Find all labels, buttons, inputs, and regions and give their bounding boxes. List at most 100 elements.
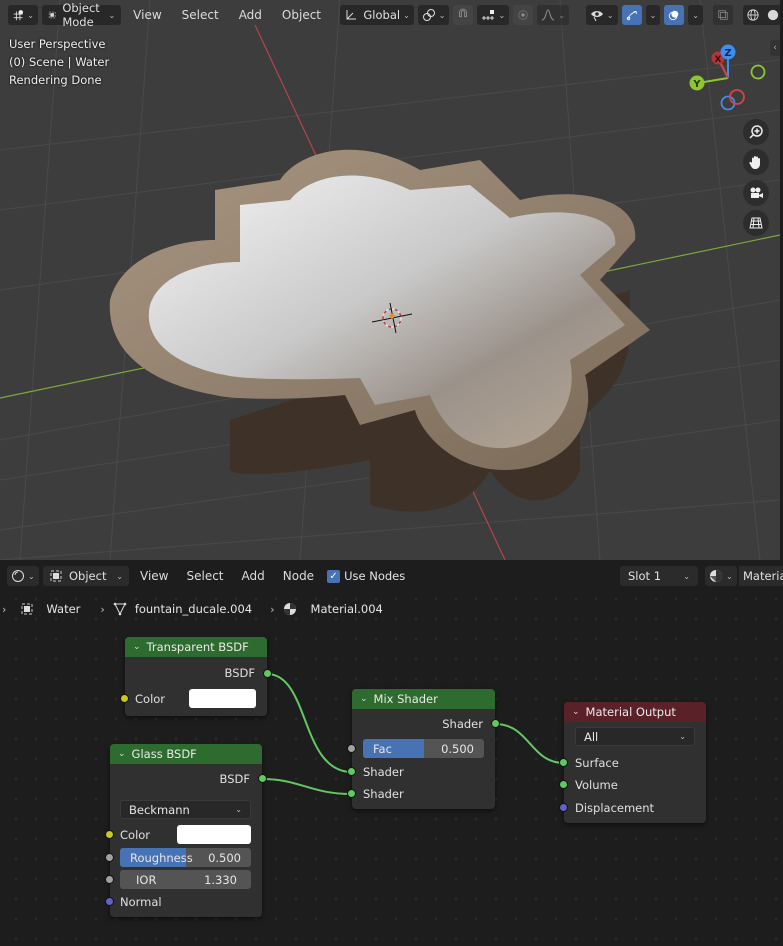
menu-select[interactable]: Select bbox=[179, 569, 230, 583]
shading-wireframe-button[interactable] bbox=[743, 5, 763, 25]
pivot-point-dropdown[interactable]: ⌄ bbox=[417, 5, 450, 25]
normal-label: Normal bbox=[120, 895, 162, 909]
color-swatch[interactable] bbox=[189, 689, 256, 708]
chevron-down-icon: ⌄ bbox=[726, 571, 733, 581]
fac-value: 0.500 bbox=[441, 741, 474, 756]
checkmark-icon: ✓ bbox=[327, 569, 341, 583]
node-title: Transparent BSDF bbox=[146, 640, 249, 654]
color-label: Color bbox=[135, 692, 166, 706]
color-label: Color bbox=[120, 828, 151, 842]
output-socket-shader[interactable] bbox=[491, 719, 500, 728]
fountain-basin[interactable] bbox=[109, 149, 650, 512]
gizmo-toggle[interactable] bbox=[621, 5, 642, 25]
node-header[interactable]: ⌄ Mix Shader bbox=[352, 689, 495, 709]
magnet-icon bbox=[459, 8, 468, 18]
surface-label: Surface bbox=[575, 756, 619, 770]
orientation-label: Global bbox=[363, 8, 401, 22]
target-dropdown[interactable]: All ⌄ bbox=[575, 727, 695, 746]
snap-toggle[interactable] bbox=[453, 5, 474, 25]
menu-node[interactable]: Node bbox=[276, 569, 321, 583]
visibility-dropdown[interactable]: ⌄ bbox=[585, 5, 618, 25]
node-header[interactable]: ⌄ Material Output bbox=[564, 702, 706, 722]
volume-label: Volume bbox=[575, 778, 618, 792]
chevron-right-icon: › bbox=[270, 602, 275, 616]
distribution-dropdown[interactable]: Beckmann ⌄ bbox=[120, 800, 251, 819]
breadcrumb-object: Water bbox=[46, 602, 81, 616]
sidebar-toggle[interactable]: ‹ bbox=[770, 40, 780, 56]
chevron-down-icon: ⌄ bbox=[683, 571, 690, 581]
falloff-dropdown[interactable]: ⌄ bbox=[537, 5, 569, 25]
3d-view-icon bbox=[13, 10, 24, 21]
transform-orientation-dropdown[interactable]: Global ⌄ bbox=[340, 5, 414, 25]
output-socket-bsdf[interactable] bbox=[258, 774, 267, 783]
input-socket-roughness[interactable] bbox=[105, 853, 114, 862]
collapse-chevron-icon[interactable]: ⌄ bbox=[572, 707, 580, 717]
menu-add[interactable]: Add bbox=[231, 5, 270, 25]
xray-toggle[interactable] bbox=[713, 5, 733, 25]
roughness-slider[interactable]: Roughness 0.500 bbox=[120, 848, 251, 867]
gizmo-neg-y-axis[interactable] bbox=[750, 64, 766, 80]
overlays-toggle[interactable] bbox=[664, 5, 685, 25]
node-material-output[interactable]: ⌄ Material Output All ⌄ Surface Volume D… bbox=[559, 702, 706, 823]
snap-increment-icon bbox=[482, 10, 495, 20]
fac-label: Fac bbox=[373, 741, 392, 756]
node-glass-bsdf[interactable]: ⌄ Glass BSDF BSDF Beckmann ⌄ Color Rough… bbox=[105, 744, 267, 917]
viewport-scene[interactable]: X Z Y bbox=[0, 0, 780, 560]
node-transparent-bsdf[interactable]: ⌄ Transparent BSDF BSDF Color bbox=[120, 637, 272, 716]
proportional-edit-icon bbox=[518, 10, 528, 20]
output-socket-bsdf[interactable] bbox=[263, 669, 272, 678]
mode-dropdown[interactable]: Object Mode ⌄ bbox=[42, 1, 122, 29]
viewport-header: ⌄ Object Mode ⌄ View Select Add Object G… bbox=[0, 0, 780, 30]
ior-label: IOR bbox=[136, 872, 157, 887]
collapse-chevron-icon[interactable]: ⌄ bbox=[360, 694, 368, 704]
chevron-down-icon: ⌄ bbox=[606, 10, 614, 20]
input-shader-1-label: Shader bbox=[363, 765, 404, 779]
material-browse-button[interactable]: ⌄ bbox=[705, 566, 737, 586]
chevron-down-icon: ⌄ bbox=[108, 10, 116, 20]
node-header[interactable]: ⌄ Glass BSDF bbox=[110, 744, 262, 764]
camera-icon bbox=[750, 187, 763, 198]
object-icon bbox=[50, 570, 62, 582]
overlays-dropdown[interactable]: ⌄ bbox=[688, 5, 703, 25]
eye-icon bbox=[590, 11, 603, 22]
pan-view-button[interactable] bbox=[743, 149, 769, 175]
ior-value: 1.330 bbox=[204, 872, 237, 887]
shader-type-dropdown[interactable]: Object ⌄ bbox=[43, 566, 129, 586]
mesh-icon bbox=[113, 602, 127, 616]
input-socket-ior[interactable] bbox=[105, 875, 114, 884]
proportional-edit-toggle[interactable] bbox=[513, 5, 534, 25]
slot-dropdown[interactable]: Slot 1 ⌄ bbox=[620, 566, 698, 586]
menu-view[interactable]: View bbox=[125, 5, 169, 25]
orthographic-toggle-button[interactable] bbox=[743, 210, 769, 236]
navigation-gizmo[interactable]: X Z Y bbox=[689, 44, 766, 111]
3d-viewport[interactable]: X Z Y ⌄ Object Mode ⌄ View Select Add Ob… bbox=[0, 0, 783, 560]
collapse-chevron-icon[interactable]: ⌄ bbox=[133, 642, 141, 652]
use-nodes-checkbox[interactable]: ✓ Use Nodes bbox=[327, 569, 405, 583]
editor-type-button[interactable]: ⌄ bbox=[8, 5, 38, 25]
camera-view-button[interactable] bbox=[743, 180, 769, 206]
menu-select[interactable]: Select bbox=[174, 5, 227, 25]
color-swatch[interactable] bbox=[177, 825, 251, 844]
collapse-chevron-icon[interactable]: ⌄ bbox=[118, 749, 126, 759]
chevron-down-icon: ⌄ bbox=[403, 10, 410, 20]
shading-solid-button[interactable] bbox=[763, 5, 780, 25]
menu-view[interactable]: View bbox=[133, 569, 175, 583]
node-mix-shader[interactable]: ⌄ Mix Shader Shader Fac 0.500 Shader Sha… bbox=[347, 689, 500, 809]
input-socket-fac[interactable] bbox=[347, 744, 356, 753]
shader-node-editor[interactable]: ⌄ Object ⌄ View Select Add Node ✓ Use No… bbox=[0, 563, 783, 946]
menu-object[interactable]: Object bbox=[274, 5, 329, 25]
chevron-down-icon: ⌄ bbox=[649, 10, 657, 20]
material-name-field[interactable]: Materia bbox=[739, 566, 783, 586]
fac-slider[interactable]: Fac 0.500 bbox=[363, 739, 484, 758]
gizmo-dropdown[interactable]: ⌄ bbox=[645, 5, 661, 25]
zoom-view-button[interactable] bbox=[743, 119, 769, 145]
target-value: All bbox=[584, 729, 599, 744]
node-title: Material Output bbox=[585, 705, 676, 719]
node-header[interactable]: ⌄ Transparent BSDF bbox=[125, 637, 267, 657]
breadcrumb: › Water › fountain_ducale.004 › Material… bbox=[0, 599, 383, 619]
menu-add[interactable]: Add bbox=[235, 569, 272, 583]
ior-field[interactable]: IOR 1.330 bbox=[120, 870, 251, 889]
snap-target-dropdown[interactable]: ⌄ bbox=[477, 5, 510, 25]
editor-type-button[interactable]: ⌄ bbox=[7, 566, 39, 586]
magnifier-plus-icon bbox=[749, 125, 763, 139]
